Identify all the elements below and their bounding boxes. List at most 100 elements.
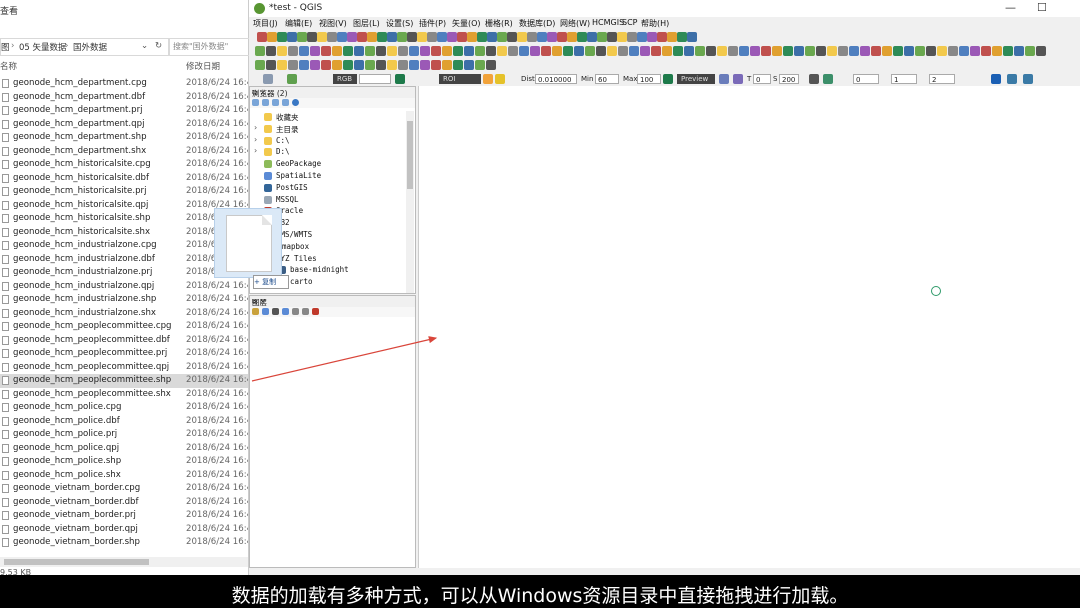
file-row[interactable]: geonode_hcm_police.qpj 2018/6/24 16:43	[0, 442, 248, 456]
toolbar-tool-icon[interactable]	[637, 32, 647, 42]
toolbar-tool-icon[interactable]	[915, 46, 925, 56]
search-input[interactable]: 搜索"国外数据"	[168, 38, 250, 56]
menu-item[interactable]: 设置(S)	[386, 18, 413, 29]
wave-icon[interactable]	[1007, 74, 1017, 84]
toolbar-tool-icon[interactable]	[431, 60, 441, 70]
toolbar-tool-icon[interactable]	[267, 32, 277, 42]
file-row[interactable]: geonode_hcm_police.cpg 2018/6/24 16:43	[0, 401, 248, 415]
scroll-thumb[interactable]	[407, 121, 413, 189]
breadcrumb-part[interactable]: 图	[1, 41, 10, 53]
toolbar-tool-icon[interactable]	[805, 46, 815, 56]
toolbar-tool-icon[interactable]	[387, 46, 397, 56]
filter-icon[interactable]	[272, 99, 279, 106]
toolbar-tool-icon[interactable]	[607, 46, 617, 56]
style-icon[interactable]	[252, 308, 259, 315]
toolbar-tool-icon[interactable]	[354, 60, 364, 70]
expand-arrow-icon[interactable]: ›	[254, 146, 257, 155]
toolbar-tool-icon[interactable]	[537, 32, 547, 42]
t-input[interactable]: 0	[753, 74, 771, 84]
toolbar-tool-icon[interactable]	[1003, 46, 1013, 56]
toolbar-tool-icon[interactable]	[992, 46, 1002, 56]
toolbar-tool-icon[interactable]	[541, 46, 551, 56]
browser-item[interactable]: GeoPackage	[250, 158, 400, 170]
info-icon[interactable]	[292, 99, 299, 106]
toolbar-tool-icon[interactable]	[647, 32, 657, 42]
toolbar-tool-icon[interactable]	[597, 32, 607, 42]
browser-item[interactable]: › C:\	[250, 135, 400, 147]
band-icon[interactable]	[287, 74, 297, 84]
toolbar-tool-icon[interactable]	[277, 60, 287, 70]
band-set-icon[interactable]	[733, 74, 743, 84]
toolbar-tool-icon[interactable]	[574, 46, 584, 56]
toolbar-tool-icon[interactable]	[398, 60, 408, 70]
plugin-icon[interactable]	[823, 74, 833, 84]
filter-icon[interactable]	[282, 308, 289, 315]
min-input[interactable]: 60	[595, 74, 619, 84]
chevron-down-icon[interactable]: ⌄	[141, 41, 148, 51]
toolbar-tool-icon[interactable]	[640, 46, 650, 56]
browser-item[interactable]: SpatiaLite	[250, 170, 400, 182]
zoom-icon[interactable]	[395, 74, 405, 84]
toolbar-tool-icon[interactable]	[442, 60, 452, 70]
collapse-icon[interactable]	[282, 99, 289, 106]
toolbar-tool-icon[interactable]	[627, 32, 637, 42]
horizontal-scrollbar[interactable]	[0, 557, 248, 567]
toolbar-tool-icon[interactable]	[299, 60, 309, 70]
toolbar-tool-icon[interactable]	[297, 32, 307, 42]
toolbar-tool-icon[interactable]	[1025, 46, 1035, 56]
toolbar-tool-icon[interactable]	[437, 32, 447, 42]
toolbar-tool-icon[interactable]	[347, 32, 357, 42]
toolbar-tool-icon[interactable]	[1036, 46, 1046, 56]
menu-item[interactable]: 插件(P)	[419, 18, 446, 29]
toolbar-tool-icon[interactable]	[838, 46, 848, 56]
menu-item[interactable]: 帮助(H)	[641, 18, 669, 29]
toolbar-tool-icon[interactable]	[367, 32, 377, 42]
toolbar-tool-icon[interactable]	[365, 46, 375, 56]
toolbar-tool-icon[interactable]	[288, 46, 298, 56]
toolbar-tool-icon[interactable]	[970, 46, 980, 56]
toolbar-tool-icon[interactable]	[287, 32, 297, 42]
toolbar-tool-icon[interactable]	[387, 32, 397, 42]
file-row[interactable]: geonode_hcm_peoplecommittee.cpg 2018/6/24…	[0, 320, 248, 334]
toolbar-tool-icon[interactable]	[497, 46, 507, 56]
toolbar-tool-icon[interactable]	[547, 32, 557, 42]
toolbar-tool-icon[interactable]	[497, 32, 507, 42]
browser-item[interactable]: MSSQL	[250, 194, 400, 206]
address-bar[interactable]: 图 › 05 矢量数据 › 国外数据 ⌄ ↻	[0, 38, 170, 56]
toolbar-tool-icon[interactable]	[442, 46, 452, 56]
toolbar-tool-icon[interactable]	[420, 46, 430, 56]
toolbar-tool-icon[interactable]	[475, 46, 485, 56]
file-row[interactable]: geonode_hcm_department.cpg 2018/6/24 16:4…	[0, 77, 248, 91]
file-row[interactable]: geonode_hcm_police.dbf 2018/6/24 16:43	[0, 415, 248, 429]
toolbar-tool-icon[interactable]	[266, 46, 276, 56]
toolbar-tool-icon[interactable]	[420, 60, 430, 70]
toolbar-tool-icon[interactable]	[257, 32, 267, 42]
toolbar-tool-icon[interactable]	[530, 46, 540, 56]
file-row[interactable]: geonode_hcm_police.shx 2018/6/24 16:43	[0, 469, 248, 483]
file-row[interactable]: geonode_hcm_police.shp 2018/6/24 16:43	[0, 455, 248, 469]
toolbar-tool-icon[interactable]	[343, 46, 353, 56]
browser-item[interactable]: › 主目录	[250, 123, 400, 135]
stack-icon[interactable]	[809, 74, 819, 84]
browser-item[interactable]: › D:\	[250, 146, 400, 158]
file-row[interactable]: geonode_vietnam_border.prj 2018/6/24 16:4…	[0, 509, 248, 523]
preview-button[interactable]: Preview	[677, 74, 715, 84]
file-row[interactable]: geonode_hcm_historicalsite.shx 2018/6/24 …	[0, 226, 248, 240]
toolbar-tool-icon[interactable]	[871, 46, 881, 56]
toolbar-tool-icon[interactable]	[475, 60, 485, 70]
file-row[interactable]: geonode_hcm_department.dbf 2018/6/24 16:4…	[0, 91, 248, 105]
menu-item[interactable]: 矢量(O)	[452, 18, 481, 29]
menu-item[interactable]: 项目(J)	[253, 18, 278, 29]
toolbar-tool-icon[interactable]	[926, 46, 936, 56]
toolbar-tool-icon[interactable]	[377, 32, 387, 42]
menu-item[interactable]: 编辑(E)	[285, 18, 312, 29]
expand-arrow-icon[interactable]: ›	[254, 123, 257, 132]
breadcrumb-part[interactable]: 05 矢量数据	[19, 41, 67, 53]
breadcrumb-part[interactable]: 国外数据	[73, 41, 107, 53]
scroll-thumb[interactable]	[4, 559, 149, 565]
toolbar-tool-icon[interactable]	[904, 46, 914, 56]
file-row[interactable]: geonode_hcm_historicalsite.dbf 2018/6/24 …	[0, 172, 248, 186]
toolbar-tool-icon[interactable]	[357, 32, 367, 42]
toolbar-tool-icon[interactable]	[948, 46, 958, 56]
toolbar-tool-icon[interactable]	[519, 46, 529, 56]
